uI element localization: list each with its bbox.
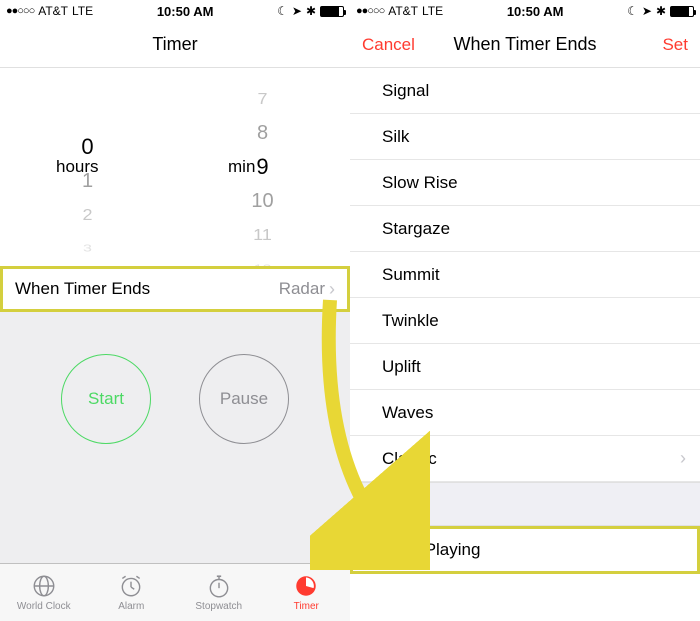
timer-icon	[293, 573, 319, 599]
globe-icon	[31, 573, 57, 599]
tab-stopwatch[interactable]: Stopwatch	[175, 564, 263, 621]
when-timer-ends-label: When Timer Ends	[15, 279, 279, 299]
battery-icon	[320, 6, 344, 17]
start-button[interactable]: Start	[61, 354, 151, 444]
status-time: 10:50 AM	[93, 4, 277, 19]
location-icon: ➤	[642, 4, 652, 18]
moon-icon: ☾	[277, 4, 288, 18]
hours-value: 0	[81, 130, 93, 164]
sound-row-slow-rise[interactable]: Slow Rise	[350, 160, 700, 206]
hours-column[interactable]: 0 1 2 3	[0, 68, 175, 266]
sound-row-classic[interactable]: Classic ›	[350, 436, 700, 482]
battery-icon	[670, 6, 694, 17]
status-bar-right: ●●○○○ AT&T LTE 10:50 AM ☾ ➤ ✱	[350, 0, 700, 22]
sound-row-signal[interactable]: Signal	[350, 68, 700, 114]
when-timer-ends-row[interactable]: When Timer Ends Radar ›	[0, 266, 350, 312]
pause-button[interactable]: Pause	[199, 354, 289, 444]
minutes-column[interactable]: 6 7 8 9 10 11 12	[175, 68, 350, 266]
carrier-label: AT&T	[388, 4, 418, 18]
set-button[interactable]: Set	[662, 35, 688, 55]
status-time: 10:50 AM	[443, 4, 627, 19]
list-section-gap	[350, 482, 700, 526]
nav-bar-sounds: Cancel When Timer Ends Set	[350, 22, 700, 68]
bluetooth-icon: ✱	[656, 4, 666, 18]
sound-row-stop-playing[interactable]: Stop Playing	[350, 526, 700, 574]
sound-row-summit[interactable]: Summit	[350, 252, 700, 298]
sound-row-uplift[interactable]: Uplift	[350, 344, 700, 390]
moon-icon: ☾	[627, 4, 638, 18]
sound-row-silk[interactable]: Silk	[350, 114, 700, 160]
chevron-right-icon: ›	[329, 279, 335, 300]
network-label: LTE	[72, 4, 93, 18]
signal-dots-icon: ●●○○○	[6, 5, 34, 17]
tab-timer[interactable]: Timer	[263, 564, 351, 621]
sound-list[interactable]: Signal Silk Slow Rise Stargaze Summit Tw…	[350, 68, 700, 621]
bluetooth-icon: ✱	[306, 4, 316, 18]
when-timer-ends-value: Radar	[279, 279, 325, 299]
signal-dots-icon: ●●○○○	[356, 5, 384, 17]
sound-row-stargaze[interactable]: Stargaze	[350, 206, 700, 252]
stopwatch-icon	[206, 573, 232, 599]
sound-row-twinkle[interactable]: Twinkle	[350, 298, 700, 344]
nav-bar-timer: Timer	[0, 22, 350, 68]
tab-bar: World Clock Alarm Stopwatch Timer	[0, 563, 350, 621]
page-title: When Timer Ends	[453, 34, 596, 55]
cancel-button[interactable]: Cancel	[362, 35, 415, 55]
status-bar-left: ●●○○○ AT&T LTE 10:50 AM ☾ ➤ ✱	[0, 0, 350, 22]
when-timer-ends-screen: ●●○○○ AT&T LTE 10:50 AM ☾ ➤ ✱ Cancel Whe…	[350, 0, 700, 621]
tab-alarm[interactable]: Alarm	[88, 564, 176, 621]
controls-area: Start Pause	[0, 312, 350, 563]
timer-screen: ●●○○○ AT&T LTE 10:50 AM ☾ ➤ ✱ Timer 0	[0, 0, 350, 621]
chevron-right-icon: ›	[680, 448, 686, 469]
minutes-value: 9	[256, 150, 268, 184]
alarm-icon	[118, 573, 144, 599]
carrier-label: AT&T	[38, 4, 68, 18]
sound-row-waves[interactable]: Waves	[350, 390, 700, 436]
page-title: Timer	[152, 34, 197, 55]
time-picker[interactable]: 0 1 2 3 6 7 8 9 10 11 12 hours min	[0, 68, 350, 266]
network-label: LTE	[422, 4, 443, 18]
location-icon: ➤	[292, 4, 302, 18]
tab-world-clock[interactable]: World Clock	[0, 564, 88, 621]
